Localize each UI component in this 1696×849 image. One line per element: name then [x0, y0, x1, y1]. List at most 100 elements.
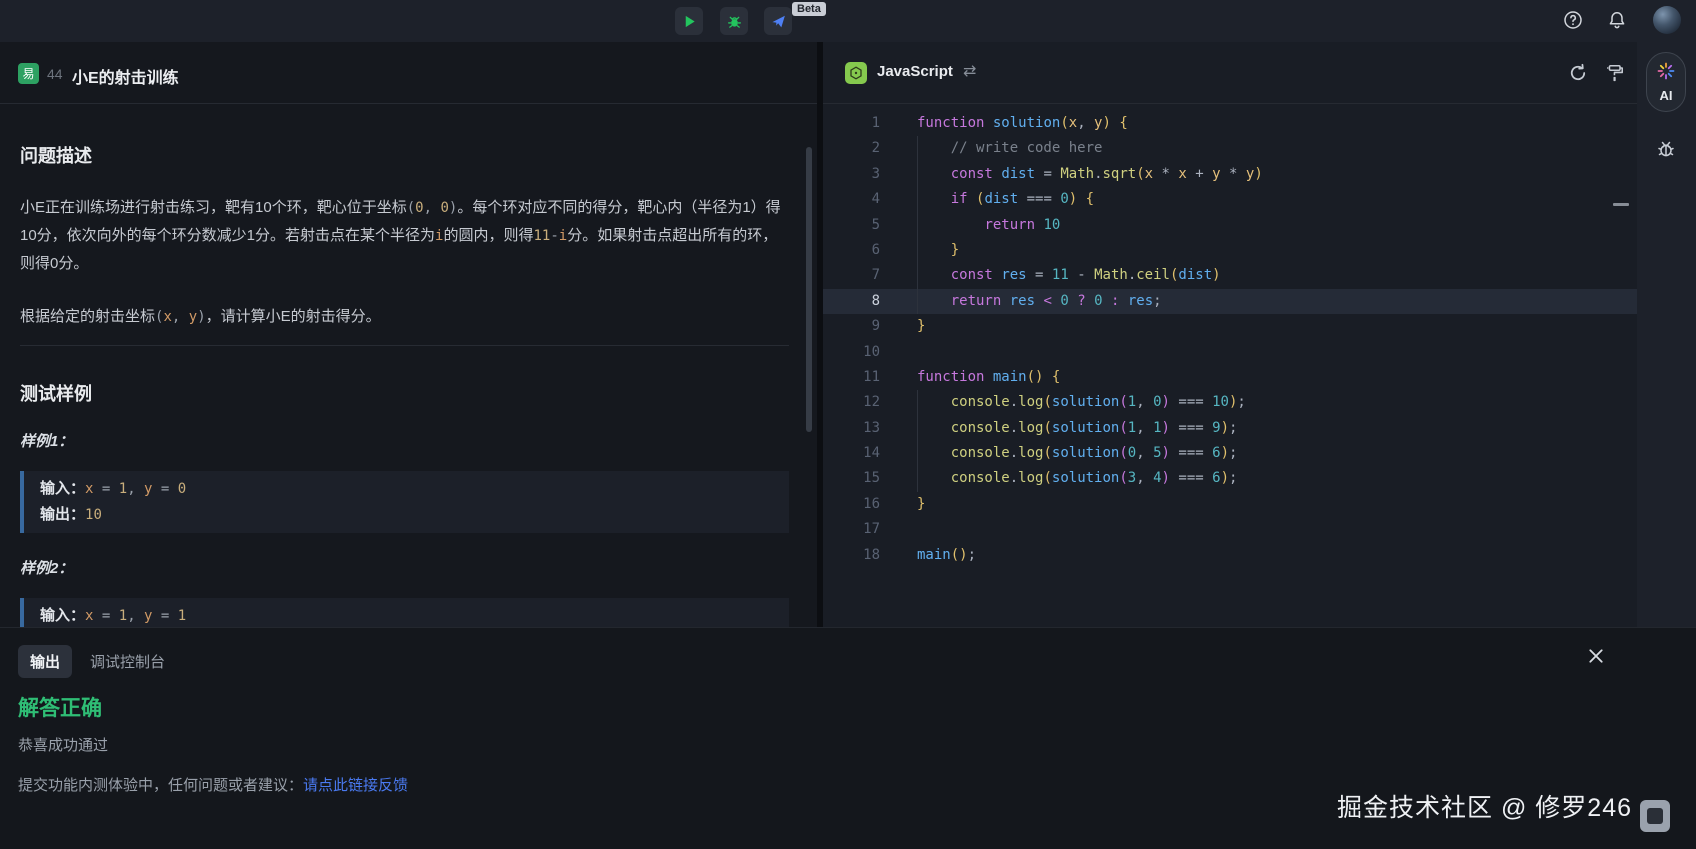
- code-line-4[interactable]: 4 if (dist === 0) {: [823, 187, 1637, 212]
- code-editor[interactable]: 1function solution(x, y) {2 // write cod…: [823, 111, 1637, 627]
- code-token: ===: [1178, 445, 1203, 461]
- code-line-18[interactable]: 18main();: [823, 543, 1637, 568]
- code-token: ===: [1027, 191, 1052, 207]
- code-token: ,: [1136, 470, 1153, 486]
- line-number: 7: [823, 263, 880, 288]
- code-token: ): [1162, 470, 1170, 486]
- code-line-11[interactable]: 11function main() {: [823, 365, 1637, 390]
- section-divider: [20, 345, 789, 346]
- code-line-15[interactable]: 15 console.log(solution(3, 4) === 6);: [823, 466, 1637, 491]
- line-number: 2: [823, 136, 880, 161]
- code-line-2[interactable]: 2 // write code here: [823, 136, 1637, 161]
- nodejs-icon: [845, 62, 867, 84]
- tab-output[interactable]: 输出: [18, 645, 72, 678]
- save-glyph: [1647, 808, 1663, 824]
- code-token: (: [1043, 470, 1051, 486]
- code-token: [1103, 293, 1111, 309]
- code-line-5[interactable]: 5 return 10: [823, 213, 1637, 238]
- line-number: 5: [823, 213, 880, 238]
- code-token: {: [1086, 191, 1094, 207]
- user-avatar[interactable]: [1653, 6, 1681, 34]
- code-line-9[interactable]: 9}: [823, 314, 1637, 339]
- language-switch-icon[interactable]: ⇄: [963, 61, 976, 81]
- output-panel: 输出 调试控制台 解答正确 恭喜成功通过 提交功能内测体验中，任何问题或者建议：…: [0, 627, 1696, 849]
- code-line-17[interactable]: 17: [823, 517, 1637, 542]
- code-token: 10: [1043, 217, 1060, 233]
- code-token: console: [951, 470, 1010, 486]
- close-icon[interactable]: [1588, 648, 1604, 664]
- line-number: 15: [823, 466, 880, 491]
- code-token: *: [1162, 166, 1170, 182]
- code-token: ): [1254, 166, 1262, 182]
- code-line-14[interactable]: 14 console.log(solution(0, 5) === 6);: [823, 441, 1637, 466]
- ai-assistant-button[interactable]: AI: [1646, 52, 1686, 112]
- debug-button[interactable]: [720, 7, 748, 35]
- code-token: [1204, 166, 1212, 182]
- indent-guide: [917, 136, 918, 314]
- submit-button[interactable]: [764, 7, 792, 35]
- code-token: // write code here: [951, 140, 1103, 156]
- code-token: res: [1001, 267, 1026, 283]
- code-token: Math: [1060, 166, 1094, 182]
- tab-debug-console[interactable]: 调试控制台: [90, 651, 165, 672]
- code-token: -: [550, 228, 558, 244]
- code-token: (: [1119, 394, 1127, 410]
- save-image-button[interactable]: [1640, 800, 1670, 832]
- code-line-10[interactable]: 10: [823, 340, 1637, 365]
- feedback-link[interactable]: 请点此链接反馈: [303, 777, 408, 794]
- code-line-1[interactable]: 1function solution(x, y) {: [823, 111, 1637, 136]
- code-line-12[interactable]: 12 console.log(solution(1, 0) === 10);: [823, 390, 1637, 415]
- help-icon[interactable]: [1563, 10, 1583, 30]
- paper-plane-icon: [771, 14, 786, 29]
- line-number: 14: [823, 441, 880, 466]
- line-number: 17: [823, 517, 880, 542]
- beta-badge: Beta: [792, 2, 826, 16]
- code-token: 10: [85, 507, 102, 523]
- code-token: y: [189, 309, 197, 325]
- line-content: console.log(solution(3, 4) === 6);: [880, 470, 1237, 486]
- play-icon: [682, 14, 697, 29]
- code-token: =: [152, 608, 177, 624]
- problem-scrollbar-thumb[interactable]: [806, 147, 812, 432]
- run-button[interactable]: [675, 7, 703, 35]
- problem-title: 小E的射击训练: [72, 64, 179, 88]
- code-token: main: [917, 547, 951, 563]
- code-token: [1204, 470, 1212, 486]
- code-line-3[interactable]: 3 const dist = Math.sqrt(x * x + y * y): [823, 162, 1637, 187]
- code-token: console: [951, 394, 1010, 410]
- sample-row: 输入：x = 1, y = 1: [40, 603, 773, 627]
- code-token: (: [1119, 420, 1127, 436]
- code-token: [917, 470, 951, 486]
- right-sidebar: AI: [1637, 42, 1696, 627]
- editor-panel: JavaScript ⇄ 1function solution(x, y) {2…: [823, 42, 1637, 627]
- line-number: 10: [823, 340, 880, 365]
- reset-code-icon[interactable]: [1568, 63, 1588, 83]
- code-token: [1204, 394, 1212, 410]
- code-token: .: [1010, 394, 1018, 410]
- line-content: }: [880, 318, 925, 334]
- scrollbar-mark[interactable]: [1613, 203, 1629, 206]
- code-token: ,: [1077, 115, 1094, 131]
- code-token: 11: [533, 228, 550, 244]
- code-token: (: [1043, 445, 1051, 461]
- code-line-7[interactable]: 7 const res = 11 - Math.ceil(dist): [823, 263, 1637, 288]
- line-number: 18: [823, 543, 880, 568]
- code-token: [1204, 420, 1212, 436]
- top-bar: Beta: [0, 0, 1696, 42]
- code-token: (): [951, 547, 968, 563]
- code-token: 10: [1212, 394, 1229, 410]
- code-token: x: [1178, 166, 1186, 182]
- code-token: {: [1052, 369, 1060, 385]
- code-line-6[interactable]: 6 }: [823, 238, 1637, 263]
- bell-icon[interactable]: [1607, 10, 1627, 30]
- code-line-13[interactable]: 13 console.log(solution(1, 1) === 9);: [823, 416, 1637, 441]
- code-line-8[interactable]: 8 return res < 0 ? 0 : res;: [823, 289, 1637, 314]
- code-token: [1043, 267, 1051, 283]
- code-token: [1204, 445, 1212, 461]
- format-code-icon[interactable]: [1605, 63, 1625, 83]
- line-content: return res < 0 ? 0 : res;: [880, 293, 1162, 309]
- code-token: log: [1018, 420, 1043, 436]
- debug-sidebar-icon[interactable]: [1655, 138, 1677, 160]
- code-line-16[interactable]: 16}: [823, 492, 1637, 517]
- code-token: log: [1018, 445, 1043, 461]
